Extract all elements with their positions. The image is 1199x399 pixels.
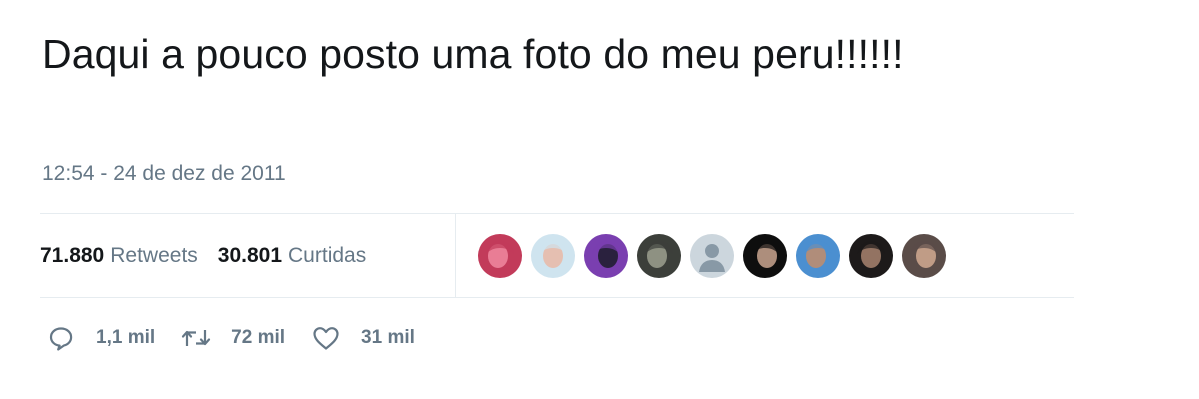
retweets-stat[interactable]: 71.880 Retweets [40, 244, 198, 268]
stats-separator [455, 214, 456, 297]
tweet-text: Daqui a pouco posto uma foto do meu peru… [42, 31, 904, 77]
reply-count: 1,1 mil [96, 327, 156, 348]
retweet-count: 72 mil [231, 327, 286, 348]
liker-avatar[interactable] [478, 234, 522, 278]
retweet-action[interactable]: 72 mil [181, 323, 285, 353]
tweet-timestamp[interactable]: 12:54 - 24 de dez de 2011 [42, 162, 286, 186]
stats-counts: 71.880 Retweets 30.801 Curtidas [40, 214, 456, 297]
likes-count: 30.801 [217, 243, 283, 267]
liker-avatar[interactable] [637, 234, 681, 278]
like-count: 31 mil [361, 327, 415, 348]
tweet-stats: 71.880 Retweets 30.801 Curtidas [40, 214, 1074, 297]
divider [40, 297, 1074, 298]
retweets-count: 71.880 [40, 243, 105, 267]
retweets-label: Retweets [110, 243, 198, 267]
liker-avatars [478, 234, 946, 278]
like-action[interactable]: 31 mil [311, 323, 415, 353]
tweet-detail: Daqui a pouco posto uma foto do meu peru… [40, 0, 1074, 399]
liker-avatar[interactable] [849, 234, 893, 278]
liker-avatar[interactable] [902, 234, 946, 278]
reply-action[interactable]: 1,1 mil [46, 323, 155, 353]
liker-avatar[interactable] [743, 234, 787, 278]
likes-label: Curtidas [288, 243, 367, 267]
tweet-actions: 1,1 mil 72 mil 31 mil [46, 318, 441, 358]
liker-avatar[interactable] [584, 234, 628, 278]
retweet-icon[interactable] [181, 323, 211, 353]
heart-icon[interactable] [311, 323, 341, 353]
likes-stat[interactable]: 30.801 Curtidas [218, 244, 366, 268]
liker-avatar[interactable] [531, 234, 575, 278]
reply-icon[interactable] [46, 323, 76, 353]
liker-avatar[interactable] [796, 234, 840, 278]
default-profile-icon[interactable] [690, 234, 734, 278]
